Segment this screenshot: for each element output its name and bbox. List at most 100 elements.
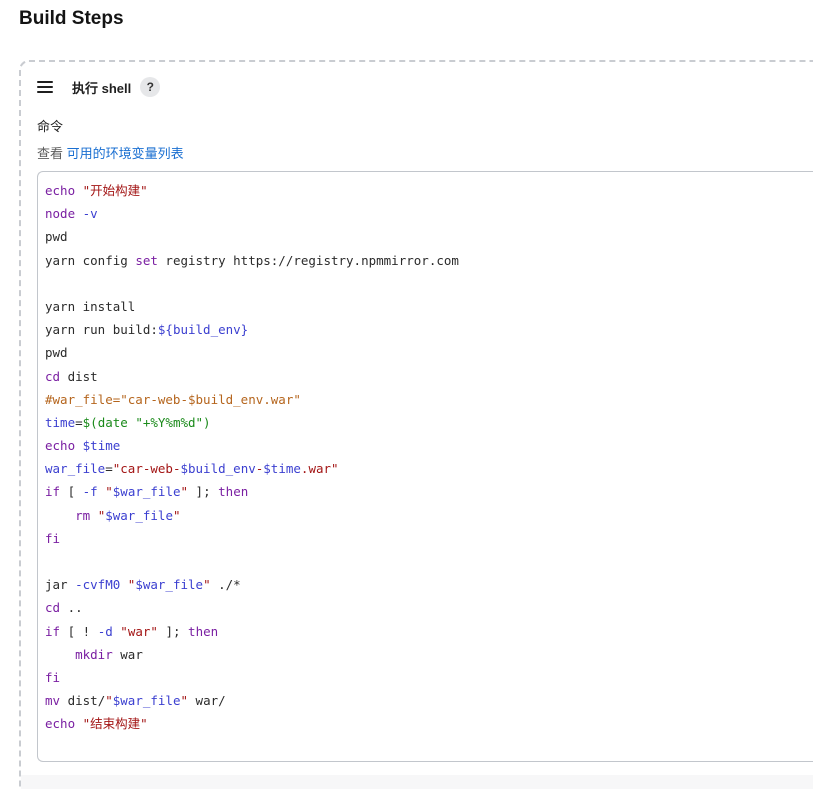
step-name: 执行 shell [72,80,132,96]
code-token: yarn install [45,298,136,314]
code-token: then [218,484,249,500]
code-token: yarn config [45,252,136,268]
code-line: fi [45,527,813,550]
code-line: pwd [45,341,813,364]
env-vars-prefix: 查看 [37,146,64,161]
code-line: mv dist/"$war_file" war/ [45,689,813,712]
code-token: $war_file [112,484,181,500]
code-line: pwd [45,225,813,248]
code-token: $war_file [112,693,181,709]
code-token: = [105,461,113,477]
code-token: yarn run build: [45,322,158,338]
code-token: rm [75,507,91,523]
code-token: war/ [188,693,226,709]
code-token: jar [45,577,76,593]
code-token: [ [60,484,83,500]
code-token: " [172,507,181,523]
code-line: yarn run build:${build_env} [45,318,813,341]
code-token: .war" [300,461,339,477]
code-line: yarn install [45,295,813,318]
code-token: #war_file="car-web-$build_env.war" [45,391,301,407]
code-token: registry https://registry.npmmirror.com [157,252,459,268]
code-token: fi [45,669,61,685]
build-steps-page: Build Steps 执行 shell ? 命令 查看 可用的环境变量列表 e… [0,0,813,789]
code-token: .. [60,600,83,616]
code-token: " [180,693,189,709]
code-token: -f [82,484,98,500]
code-line: war_file="car-web-$build_env-$time.war" [45,457,813,480]
code-token: echo [45,183,76,198]
code-line: echo $time [45,434,813,457]
code-line: fi [45,666,813,689]
code-line: jar -cvfM0 "$war_file" ./* [45,573,813,596]
code-token: $time [82,438,121,454]
code-line: #war_file="car-web-$build_env.war" [45,388,813,411]
help-button[interactable]: ? [140,77,161,97]
code-token: $(date "+%Y%m%d") [82,414,211,430]
code-token: " [203,577,211,593]
code-line: mkdir war [45,643,813,666]
command-label: 命令 [37,119,64,134]
code-line: if [ -f "$war_file" ]; then [45,480,813,503]
code-token: if [45,623,61,639]
code-token: " [105,484,113,500]
code-token: pwd [45,345,68,361]
code-token: node [45,206,76,222]
code-token: "car-web- [112,461,181,477]
code-token: if [45,484,61,500]
code-token: fi [45,530,61,546]
code-token: ${build_env} [157,322,249,338]
drag-handle-icon[interactable] [37,81,53,93]
code-token: war [112,646,143,662]
code-token: -cvfM0 [75,577,121,593]
code-token: time [45,414,76,430]
command-editor[interactable]: echo "开始构建" node -v pwd yarn config set reg… [37,171,813,762]
code-token: " [180,484,189,500]
code-line: echo "开始构建" [45,179,813,202]
code-line: if [ ! -d "war" ]; then [45,620,813,643]
code-token: cd [45,368,61,384]
code-line: cd dist [45,365,813,388]
code-token: echo [45,438,76,454]
code-token: "开始构建" [82,183,148,198]
bottom-strip [21,775,813,789]
code-token: -d [97,623,113,639]
code-token: $war_file [135,577,204,593]
code-token: mv [45,693,61,709]
env-vars-link[interactable]: 可用的环境变量列表 [67,146,184,161]
code-line: rm "$war_file" [45,504,813,527]
code-token: "结束构建" [82,716,148,732]
code-token: dist/ [60,693,106,709]
code-token: set [135,252,158,268]
code-token: -v [82,206,98,222]
code-token: $time [263,461,301,477]
code-token: ]; [188,484,219,500]
code-token: "war" [120,623,158,639]
code-token: " [105,693,113,709]
command-code[interactable]: echo "开始构建" node -v pwd yarn config set reg… [38,172,813,736]
code-line: cd .. [45,596,813,619]
code-token: mkdir [75,646,113,662]
code-line: echo "结束构建" [45,712,813,735]
code-line: yarn config set registry https://registr… [45,249,813,272]
code-token: = [75,414,83,430]
code-token: pwd [45,229,68,245]
section-title: Build Steps [19,8,124,29]
env-vars-hint: 查看 可用的环境变量列表 [37,143,184,162]
code-token: war_file [45,461,106,477]
code-token: echo [45,716,76,732]
code-token: $build_env [180,461,256,477]
code-token: $war_file [105,507,173,523]
code-line: node -v [45,202,813,225]
code-token: [ ! [60,623,98,639]
code-line: time=$(date "+%Y%m%d") [45,411,813,434]
